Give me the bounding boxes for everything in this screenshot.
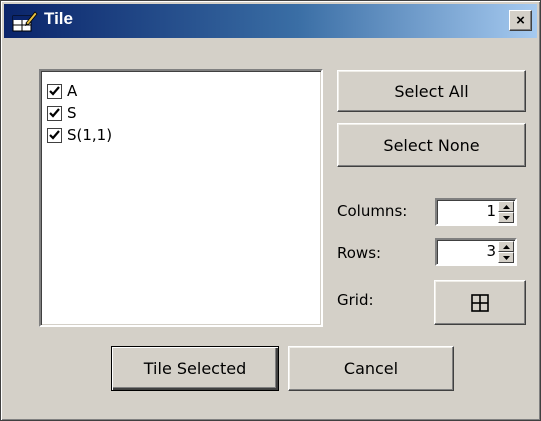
item-listbox[interactable]: A S S(1,1) xyxy=(39,69,323,327)
checkbox-checked[interactable] xyxy=(47,105,62,121)
title-bar[interactable]: Tile × xyxy=(4,4,537,38)
grid-2x2-icon xyxy=(471,293,489,312)
tile-dialog: Tile × A S S(1,1) Select All Select None… xyxy=(0,0,541,421)
list-item[interactable]: S(1,1) xyxy=(47,124,315,146)
arrow-up-icon xyxy=(502,204,510,209)
tile-window-icon xyxy=(12,11,38,32)
rows-increment-button[interactable] xyxy=(498,241,514,252)
rows-spin-arrows xyxy=(498,241,514,263)
columns-label: Columns: xyxy=(337,202,408,220)
arrow-down-icon xyxy=(502,255,510,260)
rows-decrement-button[interactable] xyxy=(498,252,514,263)
grid-label: Grid: xyxy=(337,291,374,309)
checkmark-icon xyxy=(49,85,60,96)
columns-decrement-button[interactable] xyxy=(498,212,514,223)
list-item[interactable]: S xyxy=(47,102,315,124)
tile-selected-button[interactable]: Tile Selected xyxy=(111,346,279,391)
columns-spin-arrows xyxy=(498,201,514,223)
rows-value[interactable]: 3 xyxy=(486,242,496,260)
checkbox-checked[interactable] xyxy=(47,83,62,99)
rows-stepper[interactable]: 3 xyxy=(435,238,517,266)
grid-button[interactable] xyxy=(434,280,526,325)
select-none-button[interactable]: Select None xyxy=(337,123,526,167)
arrow-down-icon xyxy=(502,215,510,220)
columns-value[interactable]: 1 xyxy=(486,202,496,220)
window-title: Tile xyxy=(44,9,73,28)
columns-increment-button[interactable] xyxy=(498,201,514,212)
close-icon: × xyxy=(516,12,525,29)
list-item-label: A xyxy=(67,82,78,100)
checkbox-checked[interactable] xyxy=(47,127,62,143)
cancel-button[interactable]: Cancel xyxy=(288,346,454,391)
list-item[interactable]: A xyxy=(47,80,315,102)
select-all-button[interactable]: Select All xyxy=(337,70,526,112)
checkmark-icon xyxy=(49,107,60,118)
columns-stepper[interactable]: 1 xyxy=(435,198,517,226)
close-button[interactable]: × xyxy=(509,10,532,31)
arrow-up-icon xyxy=(502,244,510,249)
checkmark-icon xyxy=(49,129,60,140)
rows-label: Rows: xyxy=(337,244,382,262)
list-item-label: S xyxy=(67,104,77,122)
list-item-label: S(1,1) xyxy=(67,126,113,144)
